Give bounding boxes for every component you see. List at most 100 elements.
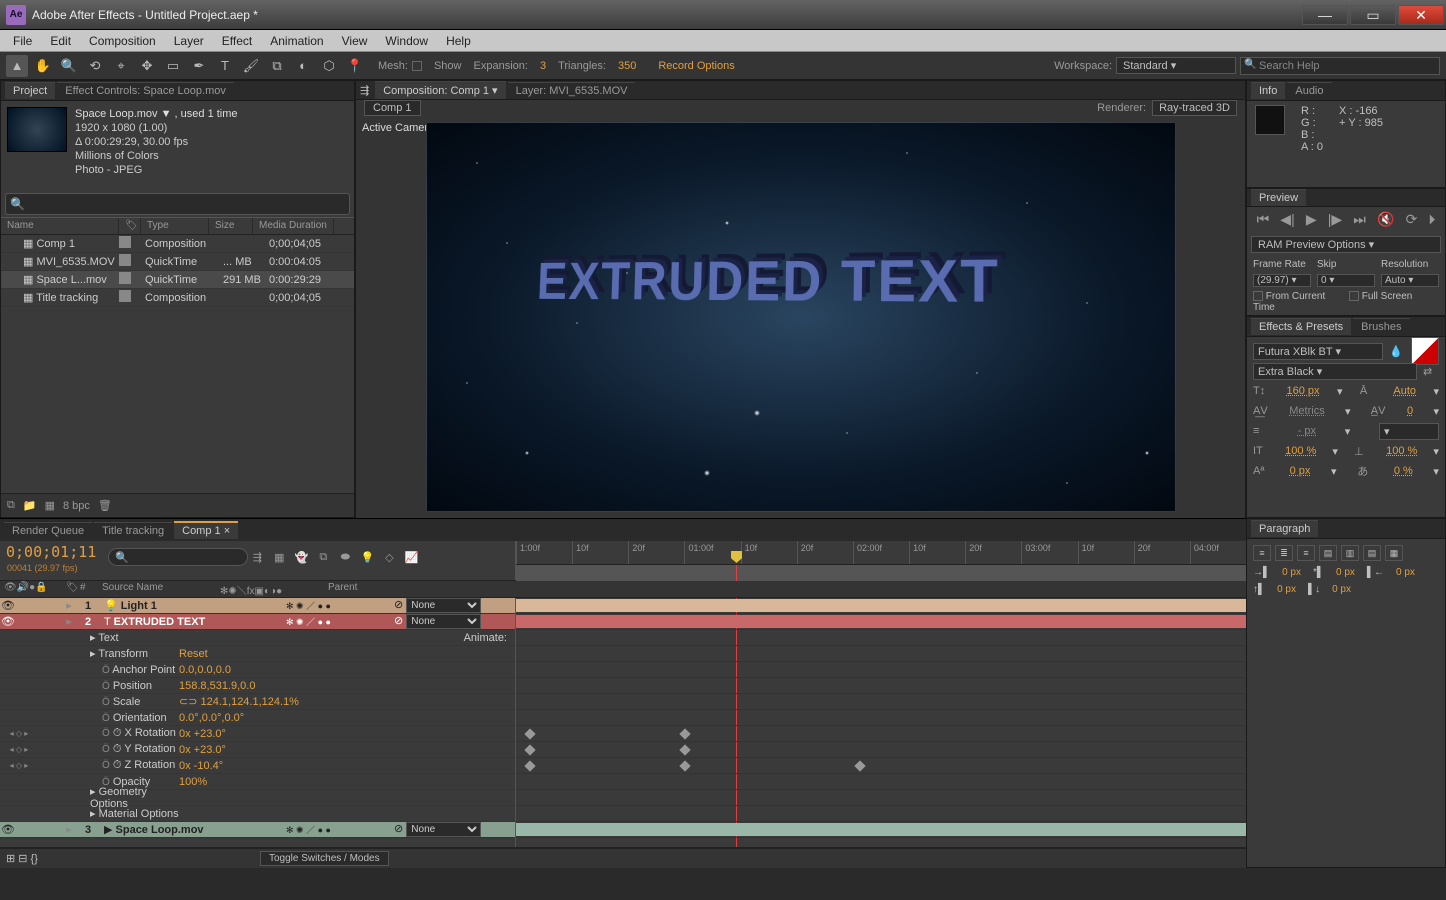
tool-mask-rect[interactable]: ▭ [162,55,184,77]
search-help-input[interactable]: Search Help [1240,57,1440,75]
property-row[interactable]: ▸ TransformReset [0,646,515,662]
tab-effects-presets[interactable]: Effects & Presets [1251,318,1351,335]
comp-breadcrumb[interactable]: Comp 1 [364,100,421,116]
tab-audio[interactable]: Audio [1287,82,1331,99]
menu-edit[interactable]: Edit [41,32,80,50]
vscale-value[interactable]: 100 % [1285,445,1316,457]
property-row[interactable]: Ö Scale⊂⊃ 124.1,124.1,124.1% [0,694,515,710]
indent-right-val[interactable]: 0 px [1396,567,1415,578]
tracking-value[interactable]: 0 [1407,405,1413,417]
next-frame-icon[interactable]: |▶ [1328,211,1342,228]
justify-center-icon[interactable]: ▥ [1341,545,1359,561]
tab-layer[interactable]: Layer: MVI_6535.MOV [508,82,636,99]
auto-keyframe-icon[interactable]: ◇ [380,548,398,566]
trash-icon[interactable]: 🗑 [98,499,112,512]
font-size-value[interactable]: 160 px [1286,385,1319,397]
mute-icon[interactable]: 🔇 [1377,211,1394,228]
maximize-button[interactable]: ▭ [1350,5,1396,25]
timeline-layer[interactable]: 👁▸1💡 Light 1✻ ✺ ／ ● ●⊘ None [0,598,515,614]
tsume-value[interactable]: 0 % [1394,465,1413,477]
composition-viewer[interactable]: EXTRUDED TEXT [426,122,1176,512]
tool-brush[interactable]: 🖌 [240,55,262,77]
project-item[interactable]: ▦ Comp 1Composition0;00;04;05 [1,235,354,253]
menu-animation[interactable]: Animation [261,32,332,50]
justify-right-icon[interactable]: ▤ [1363,545,1381,561]
swap-colors-icon[interactable]: ⇄ [1423,365,1439,378]
tab-effect-controls[interactable]: Effect Controls: Space Loop.mov [57,82,234,99]
tool-pin[interactable]: 📍 [344,55,366,77]
from-current-check[interactable] [1253,291,1263,301]
menu-window[interactable]: Window [376,32,437,50]
property-row[interactable]: Ö Anchor Point0.0,0.0,0.0 [0,662,515,678]
comp-mini-flowchart-icon[interactable]: ⇶ [248,548,266,566]
prev-frame-icon[interactable]: ◀| [1280,211,1294,228]
menu-composition[interactable]: Composition [80,32,165,50]
expansion-value[interactable]: 3 [540,60,546,72]
project-item[interactable]: ▦ MVI_6535.MOVQuickTime... MB0:00:04:05 [1,253,354,271]
keyframe-icon[interactable] [524,744,535,755]
keyframe-icon[interactable] [524,728,535,739]
tool-eraser[interactable]: ◐ [292,55,314,77]
font-family-dropdown[interactable]: Futura XBlk BT ▾ [1253,343,1383,360]
tab-project[interactable]: Project [5,82,55,99]
draft3d-icon[interactable]: ▦ [270,548,288,566]
menu-file[interactable]: File [4,32,41,50]
stroke-value[interactable]: - px [1298,425,1316,437]
last-frame-icon[interactable]: ⏭ [1353,211,1366,228]
workspace-dropdown[interactable]: Standard ▾ [1116,57,1236,74]
tool-rotation[interactable]: ⟲ [84,55,106,77]
timeline-layer[interactable]: 👁▸2T EXTRUDED TEXT✻ ✺ ／ ● ●⊘ None [0,614,515,630]
project-item[interactable]: ▦ Space L...movQuickTime291 MB0:00:29:29 [1,271,354,289]
skip-field[interactable]: 0 ▾ [1317,274,1375,287]
tool-pen[interactable]: ✒ [188,55,210,77]
loop-icon[interactable]: ⟳ [1406,211,1418,228]
baseline-value[interactable]: 0 px [1290,465,1311,477]
property-row[interactable]: Ö Orientation0.0°,0.0°,0.0° [0,710,515,726]
menu-effect[interactable]: Effect [213,32,261,50]
extruded-text-layer[interactable]: EXTRUDED TEXT [535,243,1175,320]
timeline-search[interactable]: 🔍 [108,548,248,566]
minimize-button[interactable]: — [1302,5,1348,25]
col-source-name[interactable]: Source Name [98,581,216,597]
new-folder-icon[interactable]: 📁 [23,499,37,512]
timecode[interactable]: 0;00;01;11 [0,541,102,563]
stroke-style-dropdown[interactable]: ▾ [1379,423,1439,440]
frame-rate-field[interactable]: (29.97) ▾ [1253,274,1311,287]
property-row[interactable]: ▸ TextAnimate: [0,630,515,646]
tool-selection[interactable]: ▲ [6,55,28,77]
indent-left-val[interactable]: 0 px [1282,567,1301,578]
align-center-icon[interactable]: ≣ [1275,545,1293,561]
align-right-icon[interactable]: ≡ [1297,545,1315,561]
comp-flowchart-icon[interactable]: ⇶ [360,84,369,97]
tool-clone[interactable]: ⧉ [266,55,288,77]
menu-layer[interactable]: Layer [165,32,213,50]
kerning-value[interactable]: Metrics [1289,405,1324,417]
play-icon[interactable]: ▶ [1306,211,1317,228]
hscale-value[interactable]: 100 % [1386,445,1417,457]
property-row[interactable]: Ö Opacity100% [0,774,515,790]
tool-hand[interactable]: ✋ [32,55,54,77]
first-frame-icon[interactable]: ⏮ [1257,211,1270,228]
indent-first-val[interactable]: 0 px [1336,567,1355,578]
resolution-field[interactable]: Auto ▾ [1381,274,1439,287]
property-row[interactable]: ▸ Material Options [0,806,515,822]
tool-camera[interactable]: ⌖ [110,55,132,77]
new-comp-icon[interactable]: ▦ [45,499,55,512]
graph-editor-icon[interactable]: 📈 [402,548,420,566]
tab-comp1[interactable]: Comp 1 × [174,521,238,539]
keyframe-icon[interactable] [679,744,690,755]
tool-zoom[interactable]: 🔍 [58,55,80,77]
ram-preview-icon[interactable]: ⏵ [1428,211,1435,228]
justify-left-icon[interactable]: ▤ [1319,545,1337,561]
tab-title-tracking[interactable]: Title tracking [94,522,172,539]
tab-paragraph[interactable]: Paragraph [1251,520,1318,537]
eyedropper-icon[interactable]: 💧 [1389,345,1405,358]
tab-render-queue[interactable]: Render Queue [4,522,92,539]
mesh-show-check[interactable] [412,61,422,71]
tool-roto[interactable]: ⬡ [318,55,340,77]
menu-help[interactable]: Help [437,32,480,50]
toggle-switches-modes[interactable]: Toggle Switches / Modes [260,851,389,866]
menu-view[interactable]: View [333,32,377,50]
fill-stroke-swatch[interactable] [1411,337,1439,365]
space-after-val[interactable]: 0 px [1332,584,1351,595]
